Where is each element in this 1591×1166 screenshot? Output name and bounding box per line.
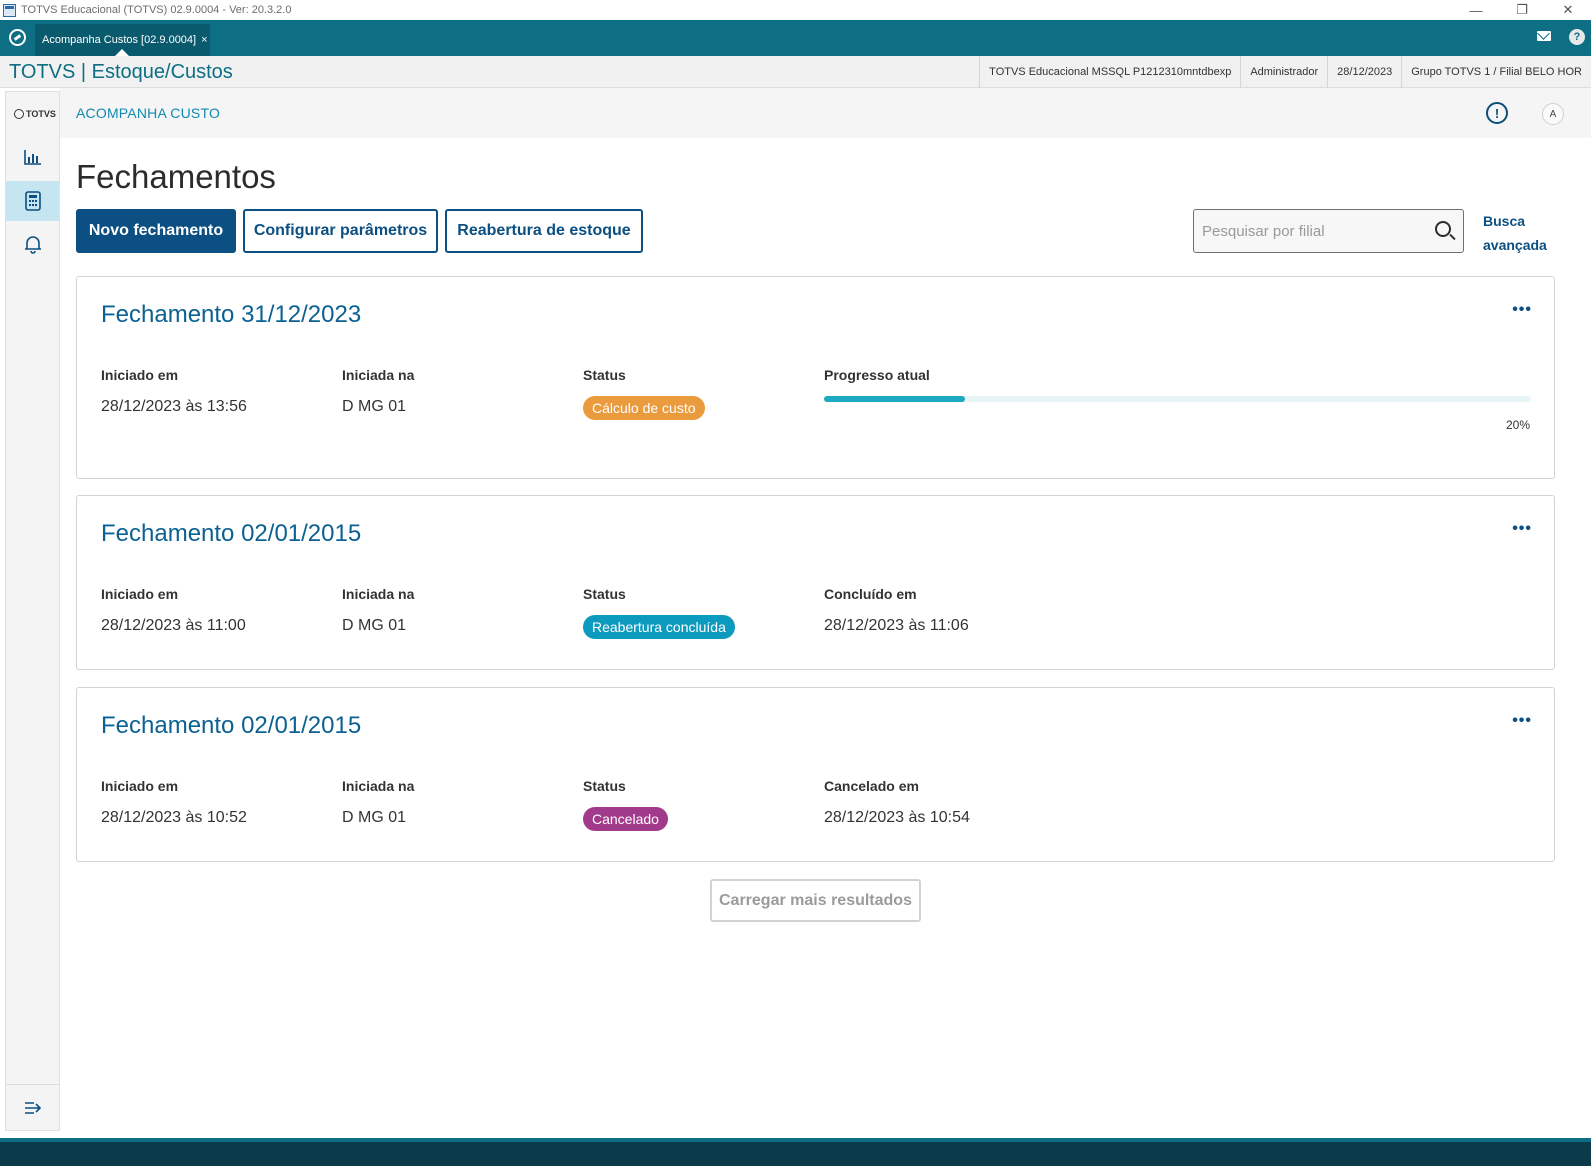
minimize-button[interactable]: — <box>1453 0 1499 20</box>
sidebar-item-calculator[interactable] <box>6 181 59 221</box>
closing-card: Fechamento 02/01/2015 ••• Iniciado em 28… <box>76 495 1555 670</box>
branch-search <box>1193 209 1464 253</box>
card-title: Fechamento 31/12/2023 <box>101 301 362 328</box>
brand-title: TOTVS | Estoque/Custos <box>9 61 233 83</box>
restore-button[interactable]: ❐ <box>1499 0 1545 20</box>
status-badge: Cancelado <box>583 807 668 831</box>
app-header: TOTVS | Estoque/Custos TOTVS Educacional… <box>0 56 1591 88</box>
search-input[interactable] <box>1202 220 1422 242</box>
calculator-icon <box>24 191 41 211</box>
more-options-icon[interactable]: ••• <box>1512 520 1532 538</box>
mail-icon[interactable] <box>1537 31 1551 41</box>
tab-acompanha-custos[interactable]: Acompanha Custos [02.9.0004] × <box>35 24 210 56</box>
started-label: Iniciado em <box>101 367 179 383</box>
completed-value: 28/12/2023 às 11:06 <box>824 617 969 634</box>
cancelled-value: 28/12/2023 às 10:54 <box>824 809 970 826</box>
closing-card: Fechamento 31/12/2023 ••• Iniciado em 28… <box>76 276 1555 479</box>
configure-parameters-button[interactable]: Configurar parâmetros <box>243 209 438 253</box>
chart-icon <box>23 150 41 165</box>
sidebar-collapse-button[interactable] <box>6 1084 59 1130</box>
more-options-icon[interactable]: ••• <box>1512 301 1532 319</box>
totvs-logo: TOTVS <box>14 109 56 119</box>
progress-bar <box>824 396 1531 402</box>
status-badge: Reabertura concluída <box>583 615 735 639</box>
progress-percent: 20% <box>1505 418 1530 432</box>
taskbar <box>0 1138 1591 1166</box>
sidebar-item-notifications[interactable] <box>6 224 59 264</box>
sidebar-item-chart[interactable] <box>6 137 59 177</box>
branch-value: D MG 01 <box>342 617 407 634</box>
bell-icon <box>24 236 41 254</box>
card-title: Fechamento 02/01/2015 <box>101 712 362 739</box>
tab-bar: Acompanha Custos [02.9.0004] × ? <box>0 20 1591 56</box>
branch-info: Grupo TOTVS 1 / Filial BELO HOR <box>1401 56 1591 88</box>
started-value: 28/12/2023 às 10:52 <box>101 809 247 826</box>
window-title-bar: TOTVS Educacional (TOTVS) 02.9.0004 - Ve… <box>0 0 1591 20</box>
load-more-button[interactable]: Carregar mais resultados <box>710 879 921 922</box>
environment-info: TOTVS Educacional MSSQL P1212310mntdbexp <box>979 56 1240 88</box>
more-options-icon[interactable]: ••• <box>1512 712 1532 730</box>
branch-label: Iniciada na <box>342 367 415 383</box>
search-icon[interactable] <box>1435 221 1451 237</box>
cancelled-label: Cancelado em <box>824 778 919 794</box>
breadcrumb[interactable]: ACOMPANHA CUSTO <box>76 105 220 121</box>
page-title: Fechamentos <box>76 158 276 195</box>
sidebar: TOTVS <box>5 91 60 1131</box>
status-badge: Cálculo de custo <box>583 396 705 420</box>
status-label: Status <box>583 367 626 383</box>
started-value: 28/12/2023 às 11:00 <box>101 617 246 634</box>
new-closing-button[interactable]: Novo fechamento <box>76 209 236 253</box>
started-label: Iniciado em <box>101 778 179 794</box>
branch-value: D MG 01 <box>342 809 407 826</box>
close-tab-icon[interactable]: × <box>201 34 207 46</box>
user-info: Administrador <box>1240 56 1327 88</box>
branch-value: D MG 01 <box>342 398 407 415</box>
totvs-logo-icon <box>14 109 24 119</box>
branch-label: Iniciada na <box>342 586 415 602</box>
main-content: ACOMPANHA CUSTO ! A Fechamentos Novo fec… <box>60 88 1591 1136</box>
help-icon[interactable]: ? <box>1569 29 1585 45</box>
sub-header: ACOMPANHA CUSTO ! A <box>60 88 1591 138</box>
started-label: Iniciado em <box>101 586 179 602</box>
status-label: Status <box>583 586 626 602</box>
app-icon <box>3 3 16 17</box>
header-info: TOTVS Educacional MSSQL P1212310mntdbexp… <box>979 56 1591 88</box>
tab-label: Acompanha Custos [02.9.0004] <box>42 34 197 46</box>
started-value: 28/12/2023 às 13:56 <box>101 398 247 415</box>
completed-label: Concluído em <box>824 586 917 602</box>
active-tab-caret <box>115 49 129 56</box>
card-title: Fechamento 02/01/2015 <box>101 520 362 547</box>
date-info: 28/12/2023 <box>1327 56 1401 88</box>
progress-label: Progresso atual <box>824 367 930 383</box>
logo-text: TOTVS <box>26 109 56 119</box>
branch-label: Iniciada na <box>342 778 415 794</box>
status-label: Status <box>583 778 626 794</box>
stock-reopen-button[interactable]: Reabertura de estoque <box>445 209 643 253</box>
window-title: TOTVS Educacional (TOTVS) 02.9.0004 - Ve… <box>21 4 292 16</box>
home-icon[interactable] <box>9 29 26 46</box>
advanced-search-link[interactable]: Busca avançada <box>1483 209 1553 257</box>
menu-collapse-icon <box>24 1101 41 1114</box>
window-controls: — ❐ ✕ <box>1453 0 1591 20</box>
close-button[interactable]: ✕ <box>1545 0 1591 20</box>
user-avatar-icon[interactable]: A <box>1542 103 1564 125</box>
closing-card: Fechamento 02/01/2015 ••• Iniciado em 28… <box>76 687 1555 862</box>
progress-bar-fill <box>824 396 966 402</box>
info-alert-icon[interactable]: ! <box>1486 102 1508 124</box>
